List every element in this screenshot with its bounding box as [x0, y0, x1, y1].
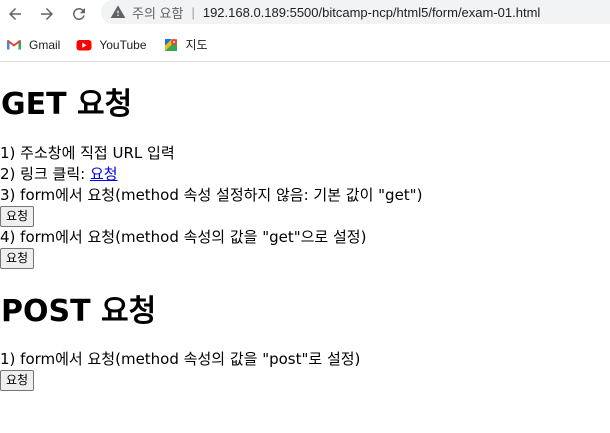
- bookmark-youtube[interactable]: YouTube: [76, 37, 147, 53]
- browser-toolbar: 주의 요함 | 192.168.0.189:5500/bitcamp-ncp/h…: [0, 0, 610, 28]
- get-item-2-text: 2) 링크 클릭:: [0, 165, 90, 183]
- bookmark-label: Gmail: [29, 37, 61, 52]
- arrow-right-icon: [41, 8, 53, 20]
- bookmark-maps[interactable]: 지도: [163, 36, 208, 53]
- bookmark-label: YouTube: [99, 37, 147, 52]
- post-item-1: 1) form에서 요청(method 속성의 값을 "post"로 설정): [0, 350, 361, 368]
- reload-button[interactable]: [69, 4, 89, 24]
- post-submit-button[interactable]: 요청: [0, 370, 35, 391]
- get-default-submit-button[interactable]: 요청: [0, 206, 35, 227]
- url-text[interactable]: 192.168.0.189:5500/bitcamp-ncp/html5/for…: [203, 5, 540, 20]
- arrow-left-icon: [9, 8, 21, 20]
- get-item-3: 3) form에서 요청(method 속성 설정하지 않음: 기본 값이 "g…: [0, 186, 423, 204]
- warning-icon[interactable]: [110, 4, 126, 20]
- back-button[interactable]: [5, 4, 25, 24]
- youtube-icon: [76, 39, 92, 50]
- bookmark-label: 지도: [185, 38, 208, 52]
- bookmarks-bar: Gmail YouTube 지도: [0, 28, 610, 62]
- url-separator: |: [191, 4, 195, 20]
- post-heading: POST 요청: [1, 294, 157, 329]
- gmail-icon: [7, 39, 21, 49]
- page-content: GET 요청 1) 주소창에 직접 URL 입력 2) 링크 클릭: 요청 3)…: [0, 87, 610, 391]
- bookmark-gmail[interactable]: Gmail: [6, 37, 60, 53]
- get-item-2: 2) 링크 클릭: 요청: [0, 164, 610, 185]
- reload-icon: [72, 7, 85, 20]
- get-item-4: 4) form에서 요청(method 속성의 값을 "get"으로 설정): [0, 228, 367, 246]
- get-request-link[interactable]: 요청: [90, 165, 118, 183]
- get-submit-button[interactable]: 요청: [0, 248, 35, 269]
- get-item-1: 1) 주소창에 직접 URL 입력: [0, 144, 175, 162]
- maps-icon: [164, 38, 177, 51]
- security-label[interactable]: 주의 요함: [132, 3, 183, 22]
- address-bar[interactable]: 주의 요함 | 192.168.0.189:5500/bitcamp-ncp/h…: [101, 0, 610, 24]
- forward-button[interactable]: [37, 4, 57, 24]
- get-heading: GET 요청: [1, 87, 133, 122]
